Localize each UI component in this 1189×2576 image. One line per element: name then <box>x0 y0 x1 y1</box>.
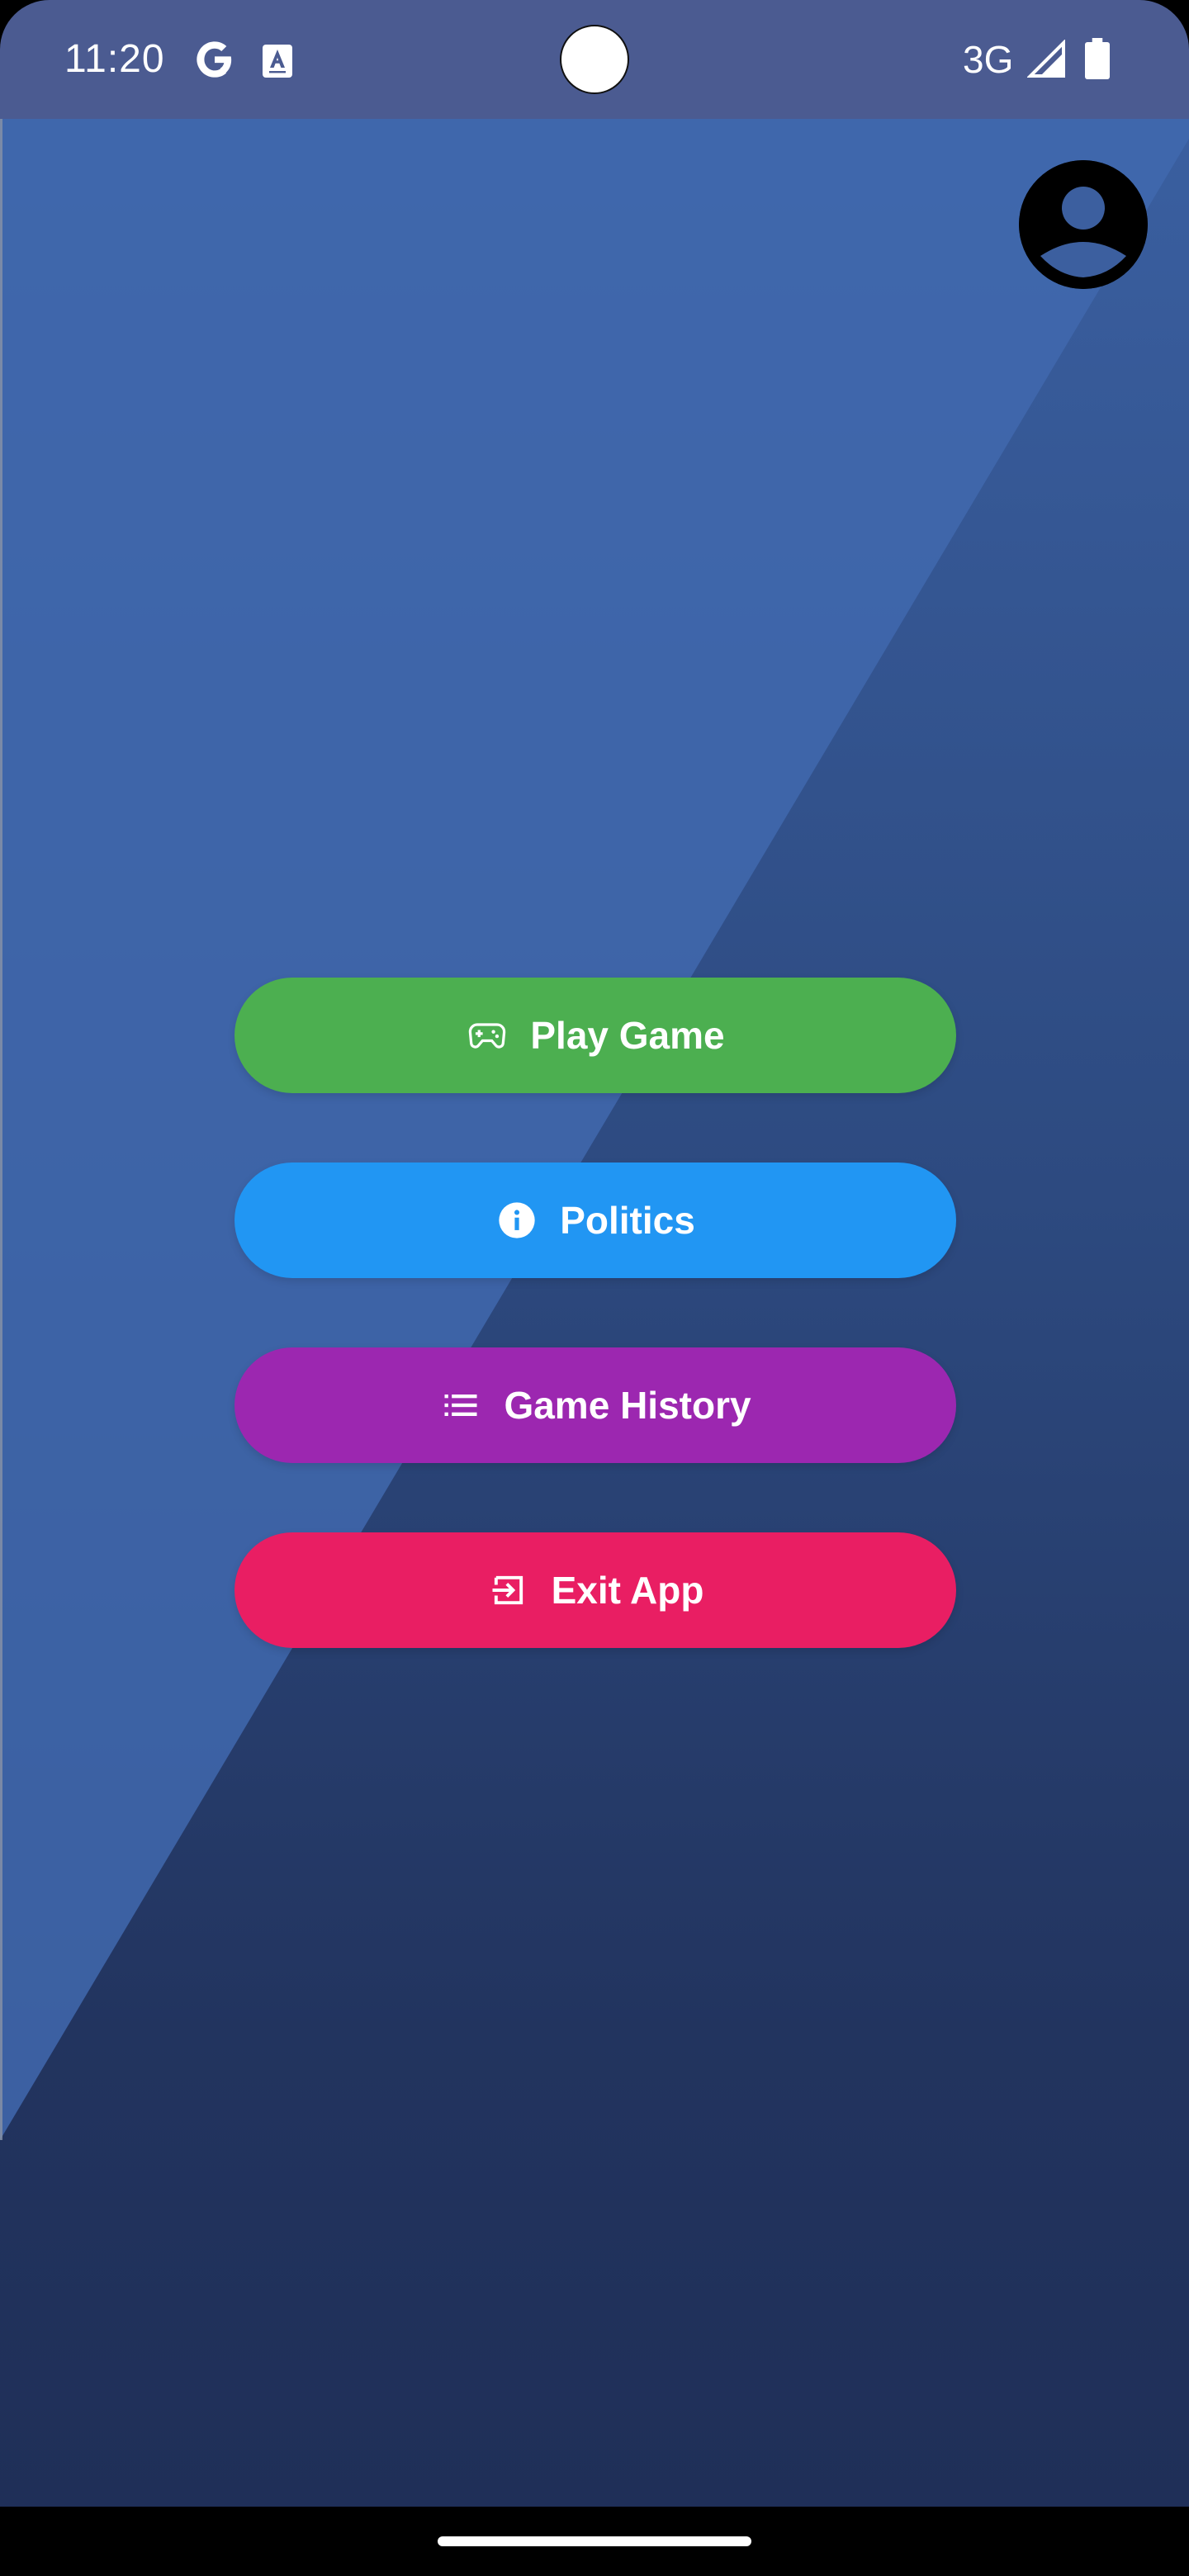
game-history-button[interactable]: Game History <box>234 1347 956 1463</box>
battery-icon <box>1085 38 1110 79</box>
exit-app-label: Exit App <box>551 1569 704 1612</box>
politics-button[interactable]: Politics <box>234 1163 956 1278</box>
exit-icon <box>492 1575 523 1605</box>
status-bar: 11:20 3G <box>0 0 1189 119</box>
app-screen: 11:20 3G Play Game Politics Game History… <box>0 0 1189 2576</box>
exit-app-button[interactable]: Exit App <box>234 1532 956 1648</box>
network-type: 3G <box>963 38 1014 81</box>
system-navigation-bar <box>0 2507 1189 2576</box>
signal-icon <box>1027 40 1065 78</box>
main-content: Play Game Politics Game History Exit App <box>0 119 1189 2507</box>
camera-cutout <box>560 25 629 94</box>
play-game-label: Play Game <box>530 1014 725 1057</box>
home-gesture-handle[interactable] <box>438 2536 751 2546</box>
account-circle-icon <box>1019 160 1148 289</box>
google-g-icon <box>197 41 232 78</box>
accessibility-a-icon <box>263 45 292 78</box>
gamepad-icon <box>469 1023 506 1049</box>
play-game-button[interactable]: Play Game <box>234 978 956 1093</box>
list-icon <box>444 1395 477 1416</box>
politics-label: Politics <box>560 1199 695 1242</box>
status-time: 11:20 <box>64 37 165 81</box>
background-diagonal <box>0 119 1189 2140</box>
info-icon <box>499 1202 535 1238</box>
profile-avatar-button[interactable] <box>1019 160 1148 289</box>
game-history-label: Game History <box>504 1384 751 1427</box>
left-edge-line <box>0 119 2 2140</box>
